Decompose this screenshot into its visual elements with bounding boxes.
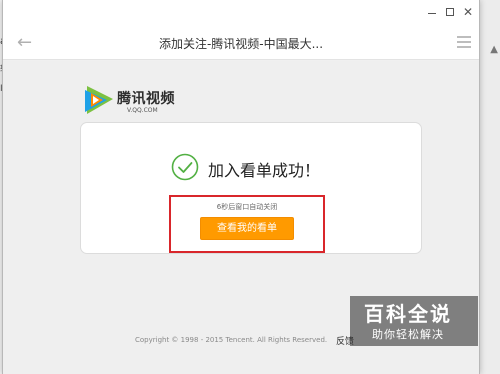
copyright-text: Copyright © 1998 - 2015 Tencent. All Rig… <box>135 336 328 344</box>
view-my-list-button[interactable]: 查看我的看单 <box>200 217 294 240</box>
arrow-left-icon: ← <box>17 32 33 53</box>
success-card: 加入看单成功！ 6秒后窗口自动关闭 查看我的看单 <box>80 122 422 254</box>
background-scroll-icon: ▲ <box>490 44 498 55</box>
tencent-video-logo: 腾讯视频 V.QQ.COM <box>83 80 193 120</box>
hamburger-icon <box>457 36 471 38</box>
highlight-box: 6秒后窗口自动关闭 查看我的看单 <box>169 195 325 253</box>
countdown-text: 6秒后窗口自动关闭 <box>216 203 278 211</box>
watermark-title: 百科全说 <box>364 302 452 326</box>
success-message: 加入看单成功！ <box>208 161 321 180</box>
logo-brand-text: 腾讯视频 <box>117 91 175 107</box>
close-button[interactable]: ✕ <box>461 5 475 19</box>
window-controls: ✕ <box>3 0 479 26</box>
play-logo-icon <box>85 86 113 114</box>
maximize-icon <box>446 8 454 16</box>
menu-button[interactable] <box>457 36 471 51</box>
check-circle-icon <box>171 153 199 181</box>
watermark-subtitle: 助你轻松解决 <box>372 328 444 341</box>
navigation-bar: ← 添加关注-腾讯视频-中国最大... <box>3 26 479 60</box>
watermark-badge: 百科全说 助你轻松解决 <box>350 296 478 346</box>
page-title: 添加关注-腾讯视频-中国最大... <box>158 37 324 51</box>
minimize-icon <box>428 13 436 14</box>
logo-domain-text: V.QQ.COM <box>127 107 158 114</box>
minimize-button[interactable] <box>425 5 439 19</box>
back-button[interactable]: ← <box>17 33 32 53</box>
maximize-button[interactable] <box>443 5 457 19</box>
close-icon: ✕ <box>462 5 474 19</box>
